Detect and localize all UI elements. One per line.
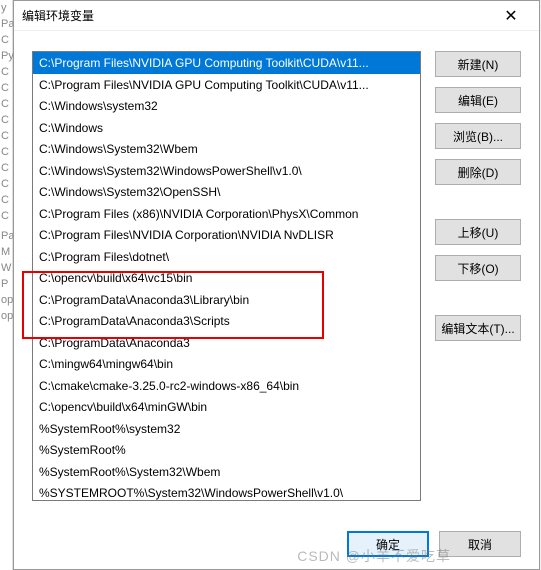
list-item[interactable]: C:\Program Files\NVIDIA Corporation\NVID… — [33, 224, 420, 246]
list-item[interactable]: C:\ProgramData\Anaconda3\Scripts — [33, 310, 420, 332]
list-item[interactable]: C:\ProgramData\Anaconda3\Library\bin — [33, 289, 420, 311]
dialog-content: C:\Program Files\NVIDIA GPU Computing To… — [14, 31, 539, 511]
path-listbox[interactable]: C:\Program Files\NVIDIA GPU Computing To… — [32, 51, 421, 501]
edit-button[interactable]: 编辑(E) — [435, 87, 521, 113]
list-item[interactable]: C:\Windows\System32\WindowsPowerShell\v1… — [33, 160, 420, 182]
close-icon: ✕ — [504, 6, 517, 26]
background-editor-strip: yPaCPyCCCCCCCCCCPaMWPopop — [0, 0, 13, 570]
dialog-title: 编辑环境变量 — [22, 7, 491, 24]
moveup-button[interactable]: 上移(U) — [435, 219, 521, 245]
list-item[interactable]: C:\Program Files\dotnet\ — [33, 246, 420, 268]
list-item[interactable]: %SystemRoot%\System32\Wbem — [33, 461, 420, 483]
list-item[interactable]: C:\Windows\System32\OpenSSH\ — [33, 181, 420, 203]
list-item[interactable]: C:\Program Files\NVIDIA GPU Computing To… — [33, 74, 420, 96]
list-item[interactable]: C:\mingw64\mingw64\bin — [33, 353, 420, 375]
new-button[interactable]: 新建(N) — [435, 51, 521, 77]
edittext-button[interactable]: 编辑文本(T)... — [435, 315, 521, 341]
list-item[interactable]: C:\Windows\system32 — [33, 95, 420, 117]
list-item[interactable]: C:\Windows — [33, 117, 420, 139]
cancel-button[interactable]: 取消 — [439, 531, 521, 557]
dialog-footer: 确定 取消 — [347, 531, 521, 557]
edit-env-var-dialog: 编辑环境变量 ✕ C:\Program Files\NVIDIA GPU Com… — [13, 0, 540, 570]
movedown-button[interactable]: 下移(O) — [435, 255, 521, 281]
list-item[interactable]: %SystemRoot% — [33, 439, 420, 461]
list-item[interactable]: C:\Program Files (x86)\NVIDIA Corporatio… — [33, 203, 420, 225]
list-item[interactable]: C:\Windows\System32\Wbem — [33, 138, 420, 160]
list-item[interactable]: %SystemRoot%\system32 — [33, 418, 420, 440]
close-button[interactable]: ✕ — [491, 2, 531, 30]
titlebar: 编辑环境变量 ✕ — [14, 1, 539, 31]
delete-button[interactable]: 删除(D) — [435, 159, 521, 185]
browse-button[interactable]: 浏览(B)... — [435, 123, 521, 149]
list-item[interactable]: C:\cmake\cmake-3.25.0-rc2-windows-x86_64… — [33, 375, 420, 397]
list-item[interactable]: C:\opencv\build\x64\vc15\bin — [33, 267, 420, 289]
list-item[interactable]: C:\Program Files\NVIDIA GPU Computing To… — [33, 52, 420, 74]
list-item[interactable]: C:\ProgramData\Anaconda3 — [33, 332, 420, 354]
list-item[interactable]: %SYSTEMROOT%\System32\WindowsPowerShell\… — [33, 482, 420, 501]
list-item[interactable]: C:\opencv\build\x64\minGW\bin — [33, 396, 420, 418]
ok-button[interactable]: 确定 — [347, 531, 429, 557]
side-buttons: 新建(N) 编辑(E) 浏览(B)... 删除(D) 上移(U) 下移(O) 编… — [435, 51, 521, 501]
